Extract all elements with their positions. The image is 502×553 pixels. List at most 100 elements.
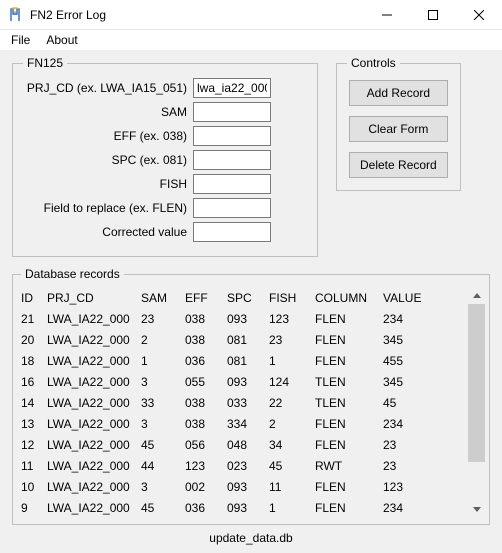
cell-id: 12 — [21, 438, 47, 452]
col-prjcd[interactable]: PRJ_CD — [47, 291, 141, 305]
menu-file[interactable]: File — [4, 32, 37, 48]
cell-fish: 22 — [269, 396, 315, 410]
cell-fish: 123 — [269, 312, 315, 326]
table-scrollbar[interactable] — [468, 287, 485, 518]
table-row[interactable]: 14LWA_IA22_0003303803322TLEN45 — [21, 392, 464, 413]
cell-col: FLEN — [315, 417, 383, 431]
menubar: File About — [0, 30, 502, 50]
cell-val: 345 — [383, 333, 435, 347]
controls-group: Controls Add Record Clear Form Delete Re… — [336, 56, 461, 191]
maximize-button[interactable] — [410, 0, 456, 30]
cell-id: 14 — [21, 396, 47, 410]
cell-id: 13 — [21, 417, 47, 431]
cell-sam: 33 — [141, 396, 185, 410]
cell-eff: 036 — [185, 501, 227, 515]
col-id[interactable]: ID — [21, 291, 47, 305]
field-input[interactable] — [193, 198, 271, 218]
col-sam[interactable]: SAM — [141, 291, 185, 305]
col-column[interactable]: COLUMN — [315, 291, 383, 305]
table-row[interactable]: 13LWA_IA22_00030383342FLEN234 — [21, 413, 464, 434]
cell-id: 18 — [21, 354, 47, 368]
cell-prj: LWA_IA22_000 — [47, 501, 141, 515]
status-dbname: update_data.db — [12, 525, 490, 549]
cell-val: 23 — [383, 459, 435, 473]
fish-label: FISH — [23, 177, 193, 191]
spc-input[interactable] — [193, 150, 271, 170]
cell-prj: LWA_IA22_000 — [47, 438, 141, 452]
cell-eff: 038 — [185, 417, 227, 431]
records-table[interactable]: ID PRJ_CD SAM EFF SPC FISH COLUMN VALUE … — [21, 287, 464, 518]
cell-id: 10 — [21, 480, 47, 494]
cell-val: 234 — [383, 501, 435, 515]
cell-spc: 023 — [227, 459, 269, 473]
cell-eff: 038 — [185, 312, 227, 326]
cell-id: 21 — [21, 312, 47, 326]
cell-spc: 081 — [227, 333, 269, 347]
sam-input[interactable] — [193, 102, 271, 122]
cell-val: 123 — [383, 480, 435, 494]
cell-fish: 2 — [269, 417, 315, 431]
scroll-thumb[interactable] — [468, 304, 485, 462]
table-row[interactable]: 21LWA_IA22_00023038093123FLEN234 — [21, 308, 464, 329]
table-row[interactable]: 20LWA_IA22_000203808123FLEN345 — [21, 329, 464, 350]
cell-fish: 34 — [269, 438, 315, 452]
clear-form-button[interactable]: Clear Form — [349, 116, 448, 142]
scroll-down-button[interactable] — [468, 501, 485, 518]
scroll-track[interactable] — [468, 304, 485, 501]
delete-record-button[interactable]: Delete Record — [349, 152, 448, 178]
titlebar: FN2 Error Log — [0, 0, 502, 30]
cell-spc: 334 — [227, 417, 269, 431]
cell-prj: LWA_IA22_000 — [47, 459, 141, 473]
cell-eff: 038 — [185, 333, 227, 347]
table-row[interactable]: 10LWA_IA22_000300209311FLEN123 — [21, 476, 464, 497]
cell-col: FLEN — [315, 480, 383, 494]
cell-sam: 3 — [141, 480, 185, 494]
scroll-up-button[interactable] — [468, 287, 485, 304]
eff-input[interactable] — [193, 126, 271, 146]
spc-label: SPC (ex. 081) — [23, 153, 193, 167]
fn125-legend: FN125 — [23, 56, 67, 70]
minimize-button[interactable] — [364, 0, 410, 30]
cell-col: FLEN — [315, 438, 383, 452]
cell-col: FLEN — [315, 333, 383, 347]
records-group: Database records ID PRJ_CD SAM EFF SPC F… — [12, 267, 490, 525]
cell-col: FLEN — [315, 501, 383, 515]
table-row[interactable]: 12LWA_IA22_0004505604834FLEN23 — [21, 434, 464, 455]
window-title: FN2 Error Log — [30, 8, 106, 22]
col-fish[interactable]: FISH — [269, 291, 315, 305]
cell-prj: LWA_IA22_000 — [47, 417, 141, 431]
cell-id: 9 — [21, 501, 47, 515]
cell-eff: 055 — [185, 375, 227, 389]
cell-prj: LWA_IA22_000 — [47, 396, 141, 410]
cell-val: 45 — [383, 396, 435, 410]
cell-spc: 048 — [227, 438, 269, 452]
menu-about[interactable]: About — [39, 32, 84, 48]
cell-spc: 093 — [227, 312, 269, 326]
cell-spc: 093 — [227, 501, 269, 515]
cell-val: 234 — [383, 312, 435, 326]
fish-input[interactable] — [193, 174, 271, 194]
cell-fish: 124 — [269, 375, 315, 389]
cell-spc: 033 — [227, 396, 269, 410]
col-eff[interactable]: EFF — [185, 291, 227, 305]
corr-input[interactable] — [193, 222, 271, 242]
cell-prj: LWA_IA22_000 — [47, 354, 141, 368]
cell-eff: 123 — [185, 459, 227, 473]
col-spc[interactable]: SPC — [227, 291, 269, 305]
table-row[interactable]: 16LWA_IA22_0003055093124TLEN345 — [21, 371, 464, 392]
cell-val: 345 — [383, 375, 435, 389]
cell-spc: 081 — [227, 354, 269, 368]
cell-val: 455 — [383, 354, 435, 368]
prjcd-label: PRJ_CD (ex. LWA_IA15_051) — [23, 81, 193, 95]
cell-sam: 2 — [141, 333, 185, 347]
cell-eff: 002 — [185, 480, 227, 494]
table-row[interactable]: 9LWA_IA22_000450360931FLEN234 — [21, 497, 464, 518]
col-value[interactable]: VALUE — [383, 291, 435, 305]
cell-spc: 093 — [227, 375, 269, 389]
prjcd-input[interactable] — [193, 78, 271, 98]
table-row[interactable]: 11LWA_IA22_0004412302345RWT23 — [21, 455, 464, 476]
cell-col: TLEN — [315, 375, 383, 389]
close-button[interactable] — [456, 0, 502, 30]
table-row[interactable]: 18LWA_IA22_00010360811FLEN455 — [21, 350, 464, 371]
add-record-button[interactable]: Add Record — [349, 80, 448, 106]
